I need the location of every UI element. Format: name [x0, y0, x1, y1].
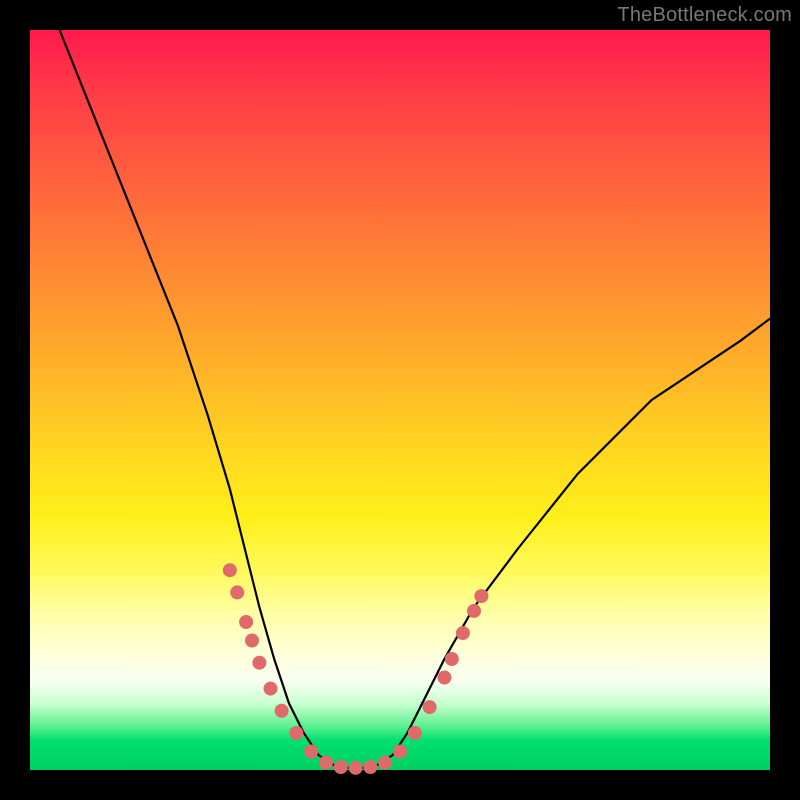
- marker-dot: [437, 671, 451, 685]
- chart-frame: TheBottleneck.com: [0, 0, 800, 800]
- marker-dot: [245, 634, 259, 648]
- marker-group: [223, 563, 489, 775]
- marker-dot: [408, 726, 422, 740]
- marker-dot: [275, 704, 289, 718]
- marker-dot: [456, 626, 470, 640]
- marker-dot: [319, 756, 333, 770]
- marker-dot: [349, 761, 363, 775]
- marker-dot: [467, 604, 481, 618]
- marker-dot: [334, 760, 348, 774]
- marker-dot: [378, 756, 392, 770]
- marker-dot: [445, 652, 459, 666]
- marker-dot: [264, 682, 278, 696]
- marker-dot: [239, 615, 253, 629]
- marker-dot: [304, 745, 318, 759]
- marker-dot: [474, 589, 488, 603]
- marker-dot: [223, 563, 237, 577]
- marker-dot: [230, 585, 244, 599]
- marker-dot: [289, 726, 303, 740]
- watermark-text: TheBottleneck.com: [617, 4, 792, 27]
- bottleneck-curve: [60, 30, 770, 768]
- curve-layer: [30, 30, 770, 770]
- plot-area: [30, 30, 770, 770]
- marker-dot: [423, 700, 437, 714]
- marker-dot: [363, 760, 377, 774]
- marker-dot: [393, 745, 407, 759]
- marker-dot: [252, 656, 266, 670]
